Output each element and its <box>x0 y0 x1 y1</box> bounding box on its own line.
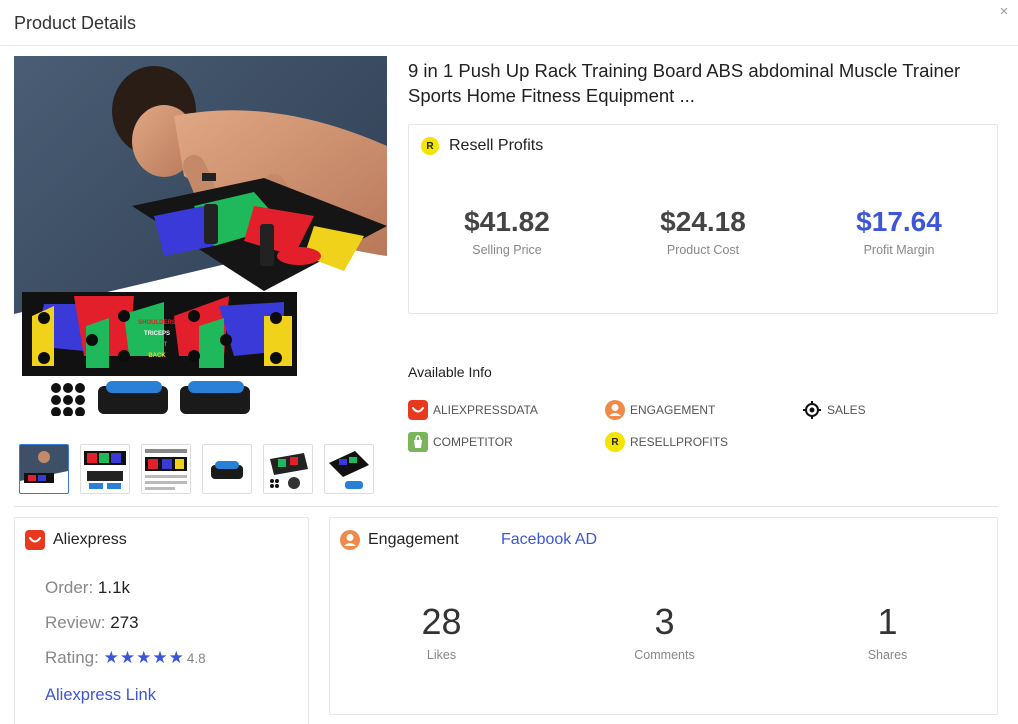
resellprofits-badge-icon: R <box>421 137 439 155</box>
product-cost-metric: $24.18 Product Cost <box>605 205 801 257</box>
available-sales-label: SALES <box>827 403 866 417</box>
product-cost-value: $24.18 <box>660 206 746 237</box>
selling-price-value: $41.82 <box>464 206 550 237</box>
rating-stars-icon: ★★★★★ <box>103 648 185 667</box>
shares-value: 1 <box>877 601 898 642</box>
likes-value: 28 <box>421 601 462 642</box>
thumbnail-2[interactable] <box>80 444 130 494</box>
engagement-user-icon <box>605 400 625 420</box>
product-main-image: SHOULDERS TRICEPS CHEST BACK <box>14 56 387 416</box>
thumbnail-6[interactable] <box>324 444 374 494</box>
available-engagement[interactable]: ENGAGEMENT <box>605 400 715 420</box>
aliexpress-link[interactable]: Aliexpress Link <box>45 686 156 705</box>
modal-title: Product Details <box>14 13 137 33</box>
shares-metric: 1 Shares <box>776 601 999 663</box>
thumbnail-3[interactable] <box>141 444 191 494</box>
selling-price-label: Selling Price <box>472 243 542 257</box>
available-engagement-label: ENGAGEMENT <box>630 403 716 417</box>
resell-metrics: $41.82 Selling Price $24.18 Product Cost… <box>409 205 999 257</box>
thumbnail-1[interactable] <box>19 444 69 494</box>
engagement-card-header: Engagement <box>340 530 459 550</box>
aliexpress-icon <box>25 530 45 550</box>
rating-label: Rating: <box>45 648 99 667</box>
resellprofits-badge-icon: R <box>605 432 625 452</box>
engagement-metrics: 28 Likes 3 Comments 1 Shares <box>330 601 999 663</box>
profit-margin-metric: $17.64 Profit Margin <box>801 205 997 257</box>
board-label-back: BACK <box>148 353 166 359</box>
product-cost-label: Product Cost <box>666 243 740 257</box>
engagement-card-title: Engagement <box>368 531 459 548</box>
likes-label: Likes <box>426 648 457 662</box>
rating-row: Rating: ★★★★★ 4.8 <box>45 648 206 668</box>
resell-card-header: R Resell Profits <box>421 137 543 155</box>
thumbnail-strip <box>19 444 374 494</box>
close-icon[interactable]: × <box>994 2 1014 22</box>
review-label: Review: <box>45 613 106 632</box>
comments-value: 3 <box>654 601 675 642</box>
available-competitor[interactable]: COMPETITOR <box>408 432 513 452</box>
board-label-chest: CHEST <box>147 342 168 348</box>
profit-margin-label: Profit Margin <box>863 243 935 257</box>
engagement-user-icon <box>340 530 360 550</box>
tab-facebook-ad[interactable]: Facebook AD <box>501 531 597 549</box>
aliexpress-card-header: Aliexpress <box>25 530 127 550</box>
resell-profits-card: R Resell Profits $41.82 Selling Price $2… <box>408 124 998 314</box>
comments-label: Comments <box>634 648 695 662</box>
product-title: 9 in 1 Push Up Rack Training Board ABS a… <box>408 60 961 106</box>
shares-label: Shares <box>867 648 908 662</box>
target-icon <box>803 401 821 419</box>
engagement-card: Engagement Facebook AD 28 Likes 3 Commen… <box>329 517 998 715</box>
likes-metric: 28 Likes <box>330 601 553 663</box>
order-value: 1.1k <box>97 578 131 597</box>
aliexpress-icon <box>408 400 428 420</box>
rating-value: 4.8 <box>186 651 206 666</box>
order-label: Order: <box>45 578 94 597</box>
comments-metric: 3 Comments <box>553 601 776 663</box>
modal-header: Product Details × <box>0 0 1018 46</box>
available-competitor-label: COMPETITOR <box>433 435 513 449</box>
board-label-shoulders: SHOULDERS <box>138 320 176 326</box>
available-aliexpressdata[interactable]: ALIEXPRESSDATA <box>408 400 538 420</box>
available-resellprofits[interactable]: R RESELLPROFITS <box>605 432 728 452</box>
thumbnail-4[interactable] <box>202 444 252 494</box>
aliexpress-card-title: Aliexpress <box>53 531 127 548</box>
available-info-title: Available Info <box>408 364 492 380</box>
resell-card-title: Resell Profits <box>449 137 544 154</box>
review-row: Review: 273 <box>45 613 139 633</box>
available-resellprofits-label: RESELLPROFITS <box>630 435 729 449</box>
profit-margin-value: $17.64 <box>856 206 942 237</box>
review-value: 273 <box>110 613 139 632</box>
selling-price-metric: $41.82 Selling Price <box>409 205 605 257</box>
order-row: Order: 1.1k <box>45 578 130 598</box>
shopify-bag-icon <box>408 432 428 452</box>
available-aliexpressdata-label: ALIEXPRESSDATA <box>433 403 538 417</box>
aliexpress-card: Aliexpress Order: 1.1k Review: 273 Ratin… <box>14 517 309 724</box>
section-divider <box>14 506 998 507</box>
thumbnail-5[interactable] <box>263 444 313 494</box>
available-sales[interactable]: SALES <box>802 400 866 420</box>
board-label-triceps: TRICEPS <box>144 331 170 337</box>
